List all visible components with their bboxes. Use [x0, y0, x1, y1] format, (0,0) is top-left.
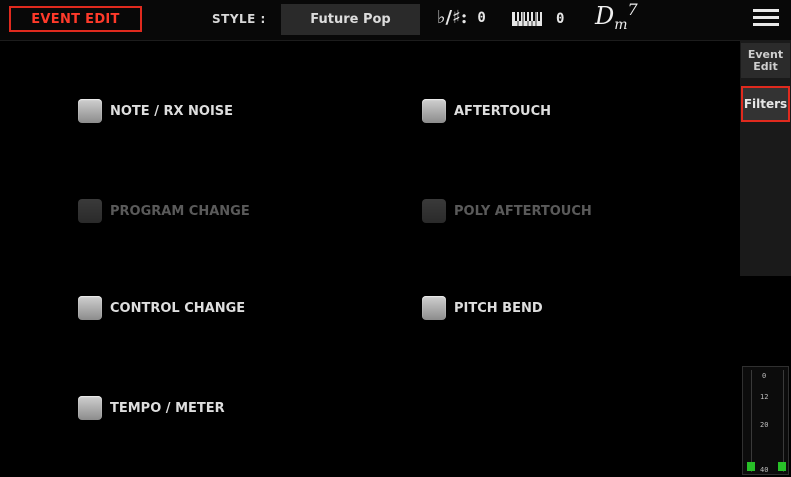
menu-icon[interactable]: [753, 9, 779, 31]
filter-tempo-meter[interactable]: TEMPO / METER: [78, 396, 225, 420]
checkbox[interactable]: [422, 99, 446, 123]
filter-label: POLY AFTERTOUCH: [454, 203, 592, 219]
filter-aftertouch[interactable]: AFTERTOUCH: [422, 99, 551, 123]
level-meter[interactable]: 0 12 20 40: [742, 366, 789, 475]
filter-program-change: PROGRAM CHANGE: [78, 199, 250, 223]
checkbox: [78, 199, 102, 223]
style-name-field[interactable]: Future Pop: [281, 4, 420, 35]
filter-label: PITCH BEND: [454, 300, 543, 316]
chord-quality: m: [614, 17, 628, 33]
filter-note-rx-noise[interactable]: NOTE / RX NOISE: [78, 99, 233, 123]
top-bar: EVENT EDIT STYLE : Future Pop ♭/♯: 0 0 D…: [0, 0, 791, 41]
meter-right-bar: [778, 462, 786, 471]
key-signature-symbol: ♭/♯:: [437, 7, 468, 28]
filter-label: PROGRAM CHANGE: [110, 203, 250, 219]
checkbox[interactable]: [78, 396, 102, 420]
filter-poly-aftertouch: POLY AFTERTOUCH: [422, 199, 592, 223]
checkbox[interactable]: [78, 99, 102, 123]
filter-control-change[interactable]: CONTROL CHANGE: [78, 296, 245, 320]
filter-label: TEMPO / METER: [110, 400, 225, 416]
chord-extension: 7: [627, 0, 638, 19]
meter-left-bar: [747, 462, 755, 471]
filter-label: NOTE / RX NOISE: [110, 103, 234, 119]
checkbox: [422, 199, 446, 223]
filter-label: CONTROL CHANGE: [110, 300, 246, 316]
checkbox[interactable]: [78, 296, 102, 320]
meter-tick: 20: [760, 421, 769, 429]
tab-filters[interactable]: Filters: [741, 86, 790, 122]
transpose-display[interactable]: 0: [512, 11, 564, 27]
key-signature-value: 0: [477, 9, 486, 26]
meter-tick: 12: [760, 393, 769, 401]
checkbox[interactable]: [422, 296, 446, 320]
tab-event-edit[interactable]: Event Edit: [741, 43, 790, 78]
transpose-value: 0: [556, 11, 565, 27]
style-label: STYLE :: [212, 12, 266, 26]
key-signature[interactable]: ♭/♯: 0: [437, 7, 486, 28]
filter-label: AFTERTOUCH: [454, 103, 552, 119]
chord-root: D: [595, 2, 615, 30]
meter-tick: 0: [762, 372, 767, 380]
keyboard-icon: [512, 12, 542, 26]
page-title-button[interactable]: EVENT EDIT: [9, 6, 142, 32]
filter-pitch-bend[interactable]: PITCH BEND: [422, 296, 543, 320]
meter-tick: 40: [760, 466, 769, 474]
chord-display: Dm7: [595, 0, 638, 33]
